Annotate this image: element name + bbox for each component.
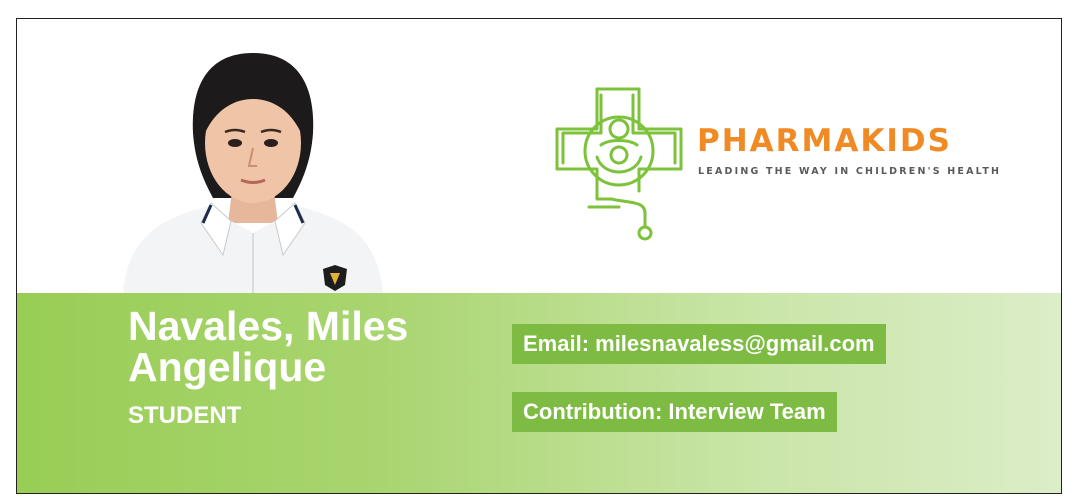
student-name: Navales, Miles Angelique [128, 303, 409, 390]
email-badge: Email: milesnavaless@gmail.com [512, 324, 886, 364]
student-role: STUDENT [128, 402, 242, 429]
brand-name: PHARMAKIDS [697, 123, 952, 159]
contribution-badge: Contribution: Interview Team [512, 392, 837, 432]
brand-tagline: LEADING THE WAY IN CHILDREN'S HEALTH [698, 166, 1002, 177]
header-area: PHARMAKIDS LEADING THE WAY IN CHILDREN'S… [17, 19, 1061, 293]
pharmakids-logo-icon [555, 87, 683, 241]
student-photo [123, 53, 383, 293]
